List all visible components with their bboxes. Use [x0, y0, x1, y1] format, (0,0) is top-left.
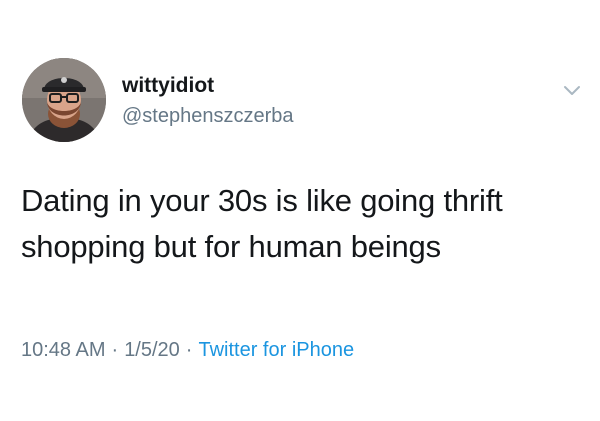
chevron-down-icon[interactable] [558, 76, 586, 104]
user-handle[interactable]: @stephenszczerba [122, 105, 294, 128]
avatar[interactable] [22, 58, 106, 142]
meta-separator: · [185, 339, 193, 361]
tweet-source-link[interactable]: Twitter for iPhone [198, 339, 354, 361]
tweet-time[interactable]: 10:48 AM [21, 339, 106, 361]
tweet-card: wittyidiot @stephenszczerba Dating in yo… [0, 0, 600, 421]
tweet-date[interactable]: 1/5/20 [124, 339, 180, 361]
tweet-text: Dating in your 30s is like going thrift … [21, 178, 581, 270]
avatar-image [22, 58, 106, 142]
tweet-meta: 10:48 AM · 1/5/20 · Twitter for iPhone [21, 339, 354, 362]
meta-separator: · [111, 339, 119, 361]
tweet-text-line: Dating in your 30s is like going thrift [21, 183, 503, 218]
tweet-text-line: shopping but for human beings [21, 229, 441, 264]
display-name[interactable]: wittyidiot [122, 74, 214, 98]
